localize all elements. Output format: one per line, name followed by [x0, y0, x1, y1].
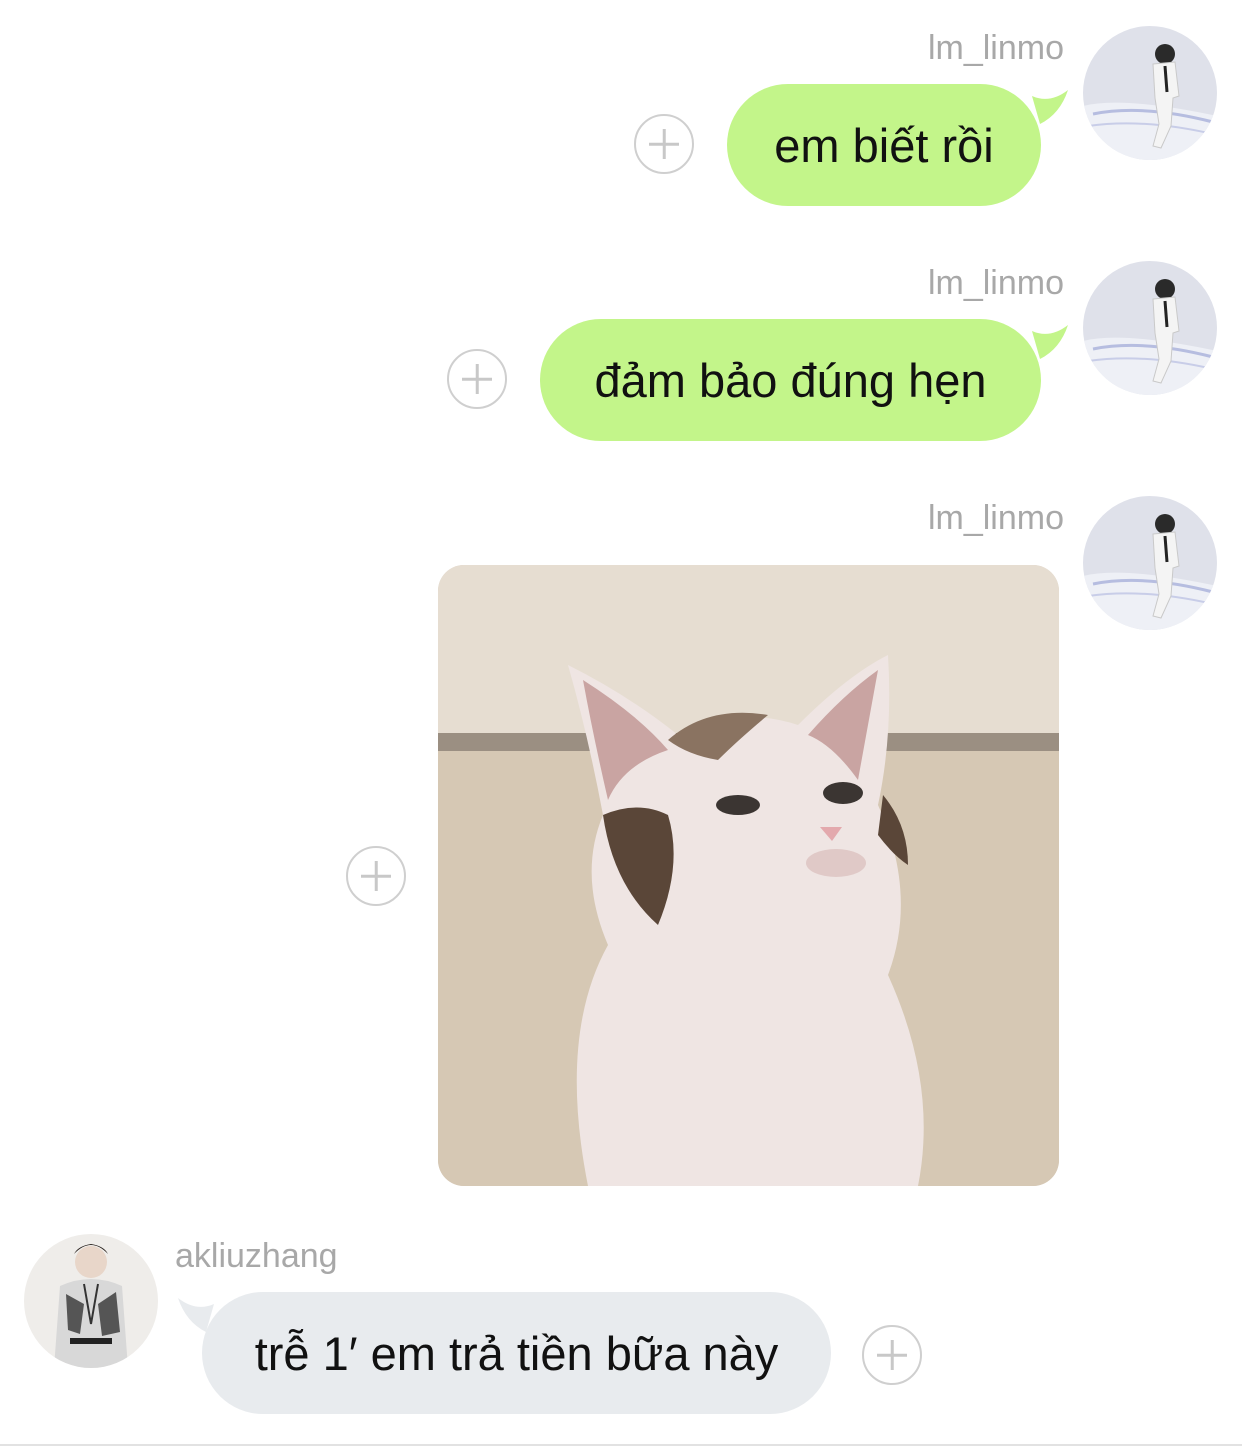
- cat-image: [438, 565, 1059, 1186]
- avatar-image-skater: [1083, 26, 1217, 160]
- bubble-tail: [1032, 325, 1068, 359]
- message-bubble-outgoing[interactable]: đảm bảo đúng hẹn: [540, 319, 1041, 441]
- avatar[interactable]: [1083, 261, 1217, 395]
- message-bubble-outgoing[interactable]: em biết rồi: [727, 84, 1041, 206]
- message-bubble-incoming[interactable]: trễ 1′ em trả tiền bữa này: [202, 1292, 831, 1414]
- message-text: em biết rồi: [774, 118, 994, 172]
- avatar[interactable]: [1083, 496, 1217, 630]
- message-text: đảm bảo đúng hẹn: [594, 353, 987, 407]
- sender-name: lm_linmo: [927, 264, 1064, 302]
- avatar[interactable]: [24, 1234, 158, 1368]
- sender-name: lm_linmo: [927, 499, 1064, 537]
- avatar-image-person: [24, 1234, 158, 1368]
- sender-name: akliuzhang: [175, 1237, 338, 1275]
- sender-name: lm_linmo: [927, 29, 1064, 67]
- message-text: trễ 1′ em trả tiền bữa này: [254, 1326, 779, 1380]
- avatar[interactable]: [1083, 26, 1217, 160]
- divider: [0, 1444, 1242, 1446]
- plus-circle-icon[interactable]: [346, 846, 406, 906]
- message-image-cat[interactable]: [438, 565, 1059, 1186]
- plus-circle-icon[interactable]: [447, 349, 507, 409]
- plus-circle-icon[interactable]: [862, 1325, 922, 1385]
- avatar-image-skater: [1083, 496, 1217, 630]
- avatar-image-skater: [1083, 261, 1217, 395]
- bubble-tail: [1032, 90, 1068, 124]
- plus-circle-icon[interactable]: [634, 114, 694, 174]
